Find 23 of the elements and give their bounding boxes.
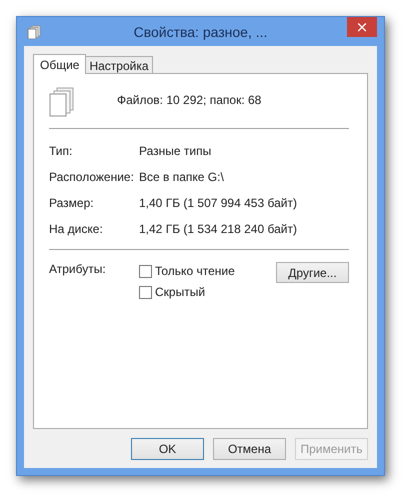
tab[interactable]: Общие [33, 54, 86, 74]
other-attributes-button[interactable]: Другие... [276, 262, 349, 283]
documents-icon [49, 87, 75, 117]
dialog-button[interactable]: OK [131, 438, 204, 460]
property-value: Все в папке G:\ [139, 170, 224, 184]
documents-icon [27, 24, 41, 38]
window-title: Свойства: разное, ... [132, 24, 268, 40]
checkbox-label[interactable]: Скрытый [155, 285, 206, 299]
checkbox[interactable] [139, 264, 152, 278]
dialog-button[interactable]: Отмена [213, 438, 286, 460]
property-value: 1,40 ГБ (1 507 994 453 байт) [139, 196, 297, 210]
property-label: На диске: [49, 222, 104, 236]
property-value: Разные типы [139, 144, 212, 158]
property-label: Тип: [49, 144, 74, 158]
property-label: Расположение: [49, 170, 135, 184]
close-button[interactable]: × [347, 17, 377, 37]
tab[interactable]: Настройка [85, 56, 153, 73]
attributes-label: Атрибуты: [49, 262, 107, 276]
property-value: 1,42 ГБ (1 534 218 240 байт) [139, 222, 297, 236]
checkbox[interactable] [139, 286, 152, 298]
checkbox-label[interactable]: Только чтение [155, 264, 235, 278]
summary-text: Файлов: 10 292; папок: 68 [117, 93, 262, 107]
property-label: Размер: [49, 196, 95, 210]
